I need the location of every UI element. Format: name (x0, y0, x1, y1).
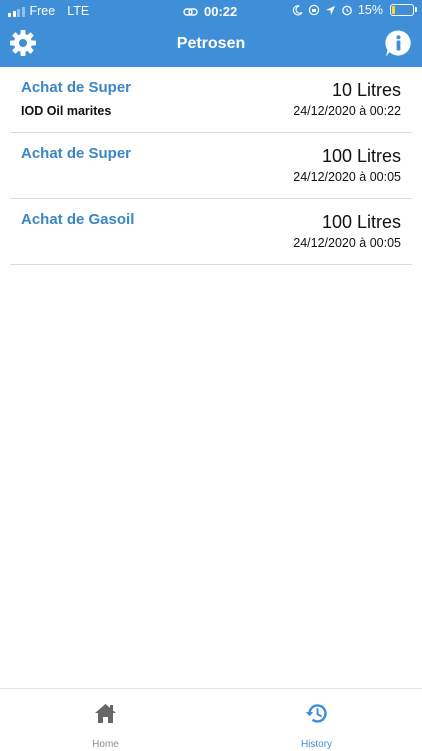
status-bar: Free LTE 00:22 15% (0, 0, 422, 22)
page-title: Petrosen (176, 35, 246, 52)
status-right: 15% (292, 3, 417, 17)
location-icon (325, 5, 336, 15)
signal-icon (8, 6, 25, 17)
tab-history-label: History (300, 739, 333, 750)
carrier-label: Free (29, 4, 56, 18)
history-icon (305, 704, 327, 723)
quantity: 10 Litres (331, 80, 401, 100)
fuel-type: Achat de Super (21, 145, 132, 162)
purchase-date: 24/12/2020 à 00:22 (293, 104, 401, 118)
fuel-type: Achat de Super (21, 79, 132, 96)
history-list: Achat de Super IOD Oil marites 10 Litres… (10, 67, 412, 265)
status-time: 00:22 (204, 4, 238, 19)
tab-home[interactable]: Home (0, 689, 211, 751)
info-icon[interactable] (384, 29, 413, 58)
station-name: IOD Oil marites (21, 104, 112, 118)
tab-bar: Home History (0, 688, 422, 751)
list-item[interactable]: Achat de Gasoil 100 Litres 24/12/2020 à … (10, 199, 412, 265)
list-item[interactable]: Achat de Super 100 Litres 24/12/2020 à 0… (10, 133, 412, 199)
nav-bar: Petrosen (0, 22, 422, 67)
tab-home-label: Home (92, 739, 119, 750)
rotation-lock-icon (308, 4, 320, 16)
network-label: LTE (67, 4, 90, 18)
status-left: Free LTE (8, 4, 89, 18)
battery-percent: 15% (357, 3, 383, 17)
quantity: 100 Litres (321, 146, 401, 166)
purchase-date: 24/12/2020 à 00:05 (293, 236, 401, 250)
quantity: 100 Litres (321, 212, 401, 232)
moon-icon (292, 4, 303, 15)
tab-history[interactable]: History (211, 689, 422, 751)
home-icon (95, 704, 116, 723)
list-item[interactable]: Achat de Super IOD Oil marites 10 Litres… (10, 67, 412, 133)
purchase-date: 24/12/2020 à 00:05 (293, 170, 401, 184)
link-icon (183, 7, 198, 16)
fuel-type: Achat de Gasoil (21, 211, 135, 228)
app-header: Free LTE 00:22 15% Petrosen (0, 0, 422, 67)
status-center: 00:22 (183, 4, 237, 19)
alarm-icon (342, 5, 352, 16)
battery-icon (390, 4, 417, 16)
